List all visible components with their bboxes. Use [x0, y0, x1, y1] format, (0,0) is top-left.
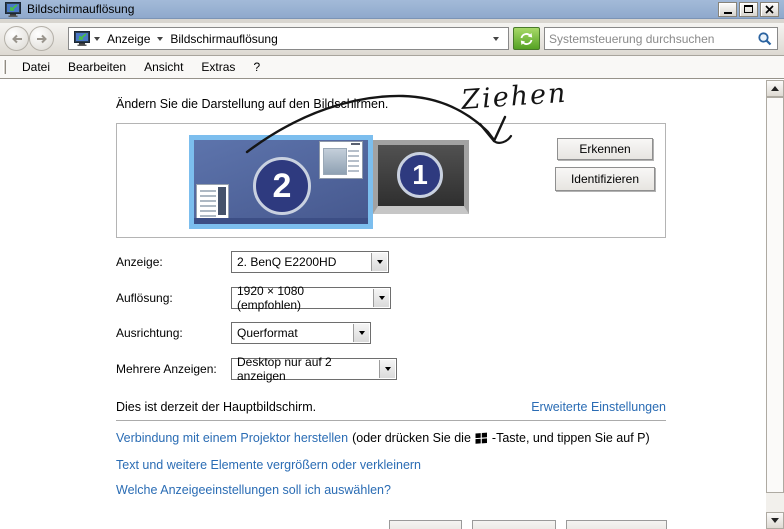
display-icon: [74, 31, 90, 46]
combo-dropdown-button[interactable]: [353, 324, 369, 342]
window-title: Bildschirmauflösung: [27, 2, 135, 16]
menu-item-bearbeiten[interactable]: Bearbeiten: [59, 57, 135, 77]
chevron-down-icon[interactable]: [157, 36, 164, 41]
scroll-down-button[interactable]: [766, 512, 784, 529]
primary-display-note: Dies ist derzeit der Hauptbildschirm.: [116, 400, 317, 414]
chevron-down-icon: [384, 367, 391, 371]
monitor-number-badge: 1: [397, 152, 443, 198]
windows-key-icon: [475, 432, 487, 444]
chevron-down-icon: [358, 331, 365, 335]
display-select-value: 2. BenQ E2200HD: [237, 255, 337, 269]
advanced-settings-link[interactable]: Erweiterte Einstellungen: [531, 400, 666, 414]
breadcrumb-item-bildschirmaufloesung[interactable]: Bildschirmauflösung: [170, 32, 277, 46]
address-history-dropdown-icon[interactable]: [493, 36, 499, 41]
identify-button[interactable]: Identifizieren: [555, 167, 655, 191]
close-button[interactable]: [760, 1, 779, 17]
combo-dropdown-button[interactable]: [373, 289, 389, 307]
connect-projector-link[interactable]: Verbindung mit einem Projektor herstelle…: [116, 431, 348, 445]
monitor-1-number: 1: [412, 159, 428, 190]
chevron-down-icon: [376, 260, 383, 264]
monitor-2-selected[interactable]: 2: [189, 135, 373, 229]
chevron-down-icon[interactable]: [94, 36, 100, 41]
combo-dropdown-button[interactable]: [371, 253, 387, 271]
forward-arrow-icon: [36, 34, 47, 43]
resolution-select[interactable]: 1920 × 1080 (empfohlen): [231, 284, 391, 312]
menu-bar: Datei Bearbeiten Ansicht Extras ?: [0, 56, 784, 79]
refresh-button[interactable]: [513, 27, 540, 50]
monitor-2-taskbar: [194, 218, 368, 224]
orientation-select[interactable]: Querformat: [231, 322, 371, 344]
screen-resolution-window: Bildschirmauflösung Anzeige Bildschirmau…: [0, 0, 784, 529]
minimize-icon: [723, 12, 732, 14]
monitor-1[interactable]: 1: [373, 140, 469, 214]
projector-hint-prefix: (oder drücken Sie die: [352, 431, 471, 445]
dialog-button-stub[interactable]: [472, 520, 556, 529]
multiple-displays-select[interactable]: Desktop nur auf 2 anzeigen: [231, 355, 397, 383]
close-icon: [765, 4, 774, 14]
refresh-icon: [520, 32, 533, 45]
orientation-select-value: Querformat: [237, 326, 298, 340]
breadcrumb-item-anzeige[interactable]: Anzeige: [107, 32, 150, 46]
menu-item-datei[interactable]: Datei: [13, 57, 59, 77]
monitor-2-number: 2: [272, 166, 292, 205]
resolution-select-value: 1920 × 1080 (empfohlen): [237, 284, 305, 312]
scroll-up-button[interactable]: [766, 80, 784, 97]
back-arrow-icon: [11, 34, 22, 43]
address-bar[interactable]: Anzeige Bildschirmauflösung: [68, 27, 509, 50]
back-button[interactable]: [4, 26, 29, 51]
scrollbar-thumb[interactable]: [766, 97, 784, 493]
section-divider: [116, 420, 666, 421]
multiple-displays-label: Mehrere Anzeigen:: [116, 362, 217, 376]
monitor-arrangement-panel: 2 1 Erkennen Identifizieren: [116, 123, 666, 238]
desktop-dialog-thumbnail: [196, 184, 229, 222]
combo-dropdown-button[interactable]: [379, 360, 395, 378]
page-heading: Ändern Sie die Darstellung auf den Bilds…: [116, 97, 389, 111]
chevron-down-icon: [378, 296, 385, 300]
search-input[interactable]: [549, 31, 757, 46]
display-select[interactable]: 2. BenQ E2200HD: [231, 251, 389, 273]
resolution-label: Auflösung:: [116, 291, 173, 305]
display-label: Anzeige:: [116, 255, 163, 269]
orientation-label: Ausrichtung:: [116, 326, 183, 340]
search-icon[interactable]: [757, 31, 773, 47]
forward-button[interactable]: [29, 26, 54, 51]
maximize-icon: [744, 5, 753, 13]
dialog-button-stub[interactable]: [389, 520, 462, 529]
projector-hint-suffix: -Taste, und tippen Sie auf P): [491, 431, 650, 445]
menu-item-ansicht[interactable]: Ansicht: [135, 57, 192, 77]
menu-item-extras[interactable]: Extras: [192, 57, 244, 77]
display-help-link[interactable]: Welche Anzeigeeinstellungen soll ich aus…: [116, 483, 391, 497]
settings-page: Ändern Sie die Darstellung auf den Bilds…: [0, 80, 766, 529]
menu-item-help[interactable]: ?: [244, 57, 269, 77]
multiple-displays-select-value: Desktop nur auf 2 anzeigen: [237, 355, 332, 383]
minimize-button[interactable]: [718, 1, 737, 17]
search-box[interactable]: [544, 27, 778, 50]
detect-button[interactable]: Erkennen: [557, 138, 653, 160]
desktop-window-thumbnail: [319, 141, 363, 179]
vertical-scrollbar[interactable]: [766, 80, 784, 529]
toolbar-gripper: [3, 60, 6, 74]
dpi-scaling-link[interactable]: Text und weitere Elemente vergrößern ode…: [116, 458, 421, 472]
triangle-down-icon: [771, 518, 779, 523]
title-bar: Bildschirmauflösung: [0, 0, 784, 19]
triangle-up-icon: [771, 86, 779, 91]
monitor-number-badge: 2: [253, 157, 311, 215]
dialog-button-stub[interactable]: [566, 520, 667, 529]
navigation-bar: Anzeige Bildschirmauflösung: [0, 23, 784, 56]
maximize-button[interactable]: [739, 1, 758, 17]
display-icon: [5, 1, 21, 17]
